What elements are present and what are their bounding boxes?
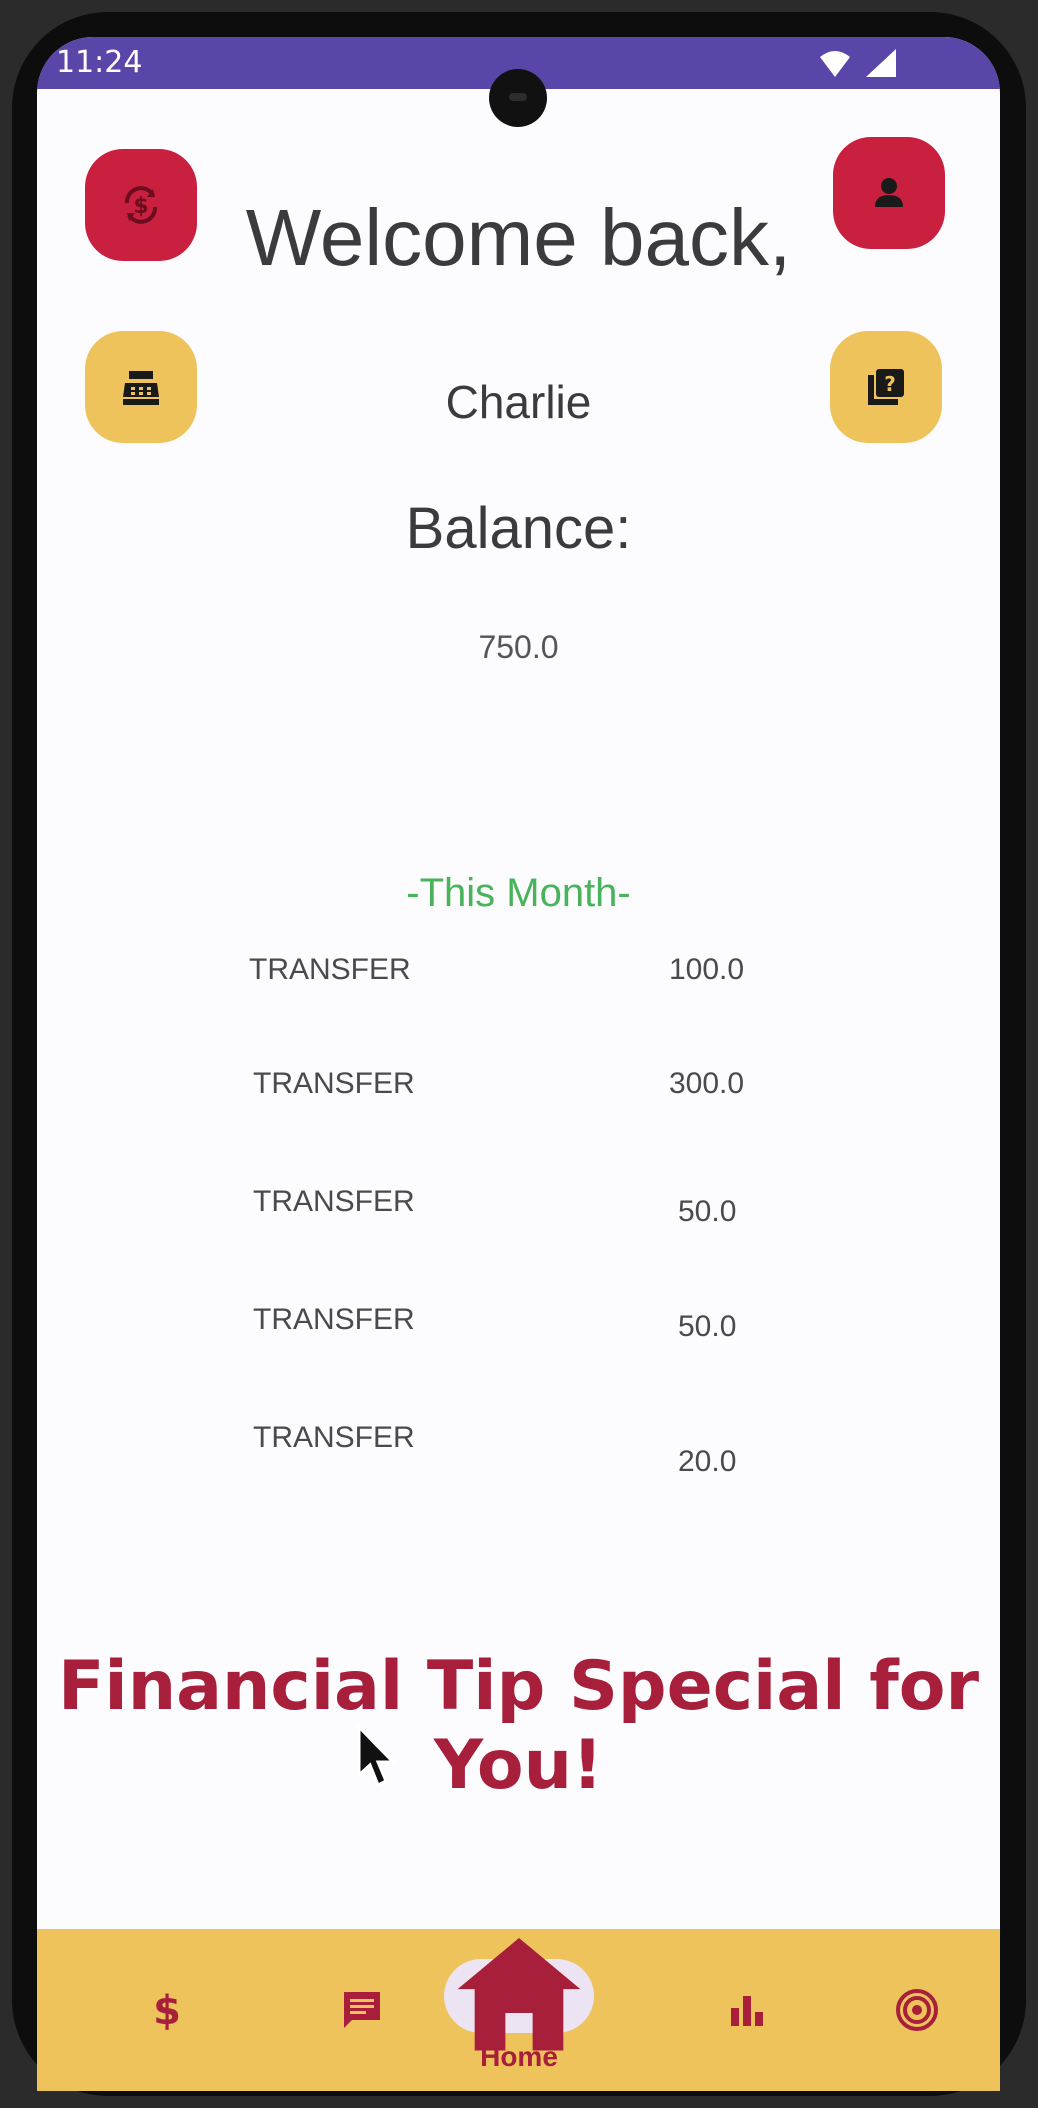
phone-frame: 11:24 $ ? Welcome back, Charlie Balance:… bbox=[0, 0, 1038, 2108]
mouse-cursor-icon bbox=[357, 1725, 397, 1788]
svg-text:$: $ bbox=[153, 1988, 181, 2032]
transaction-type: TRANSFER bbox=[253, 1067, 415, 1100]
status-time: 11:24 bbox=[56, 45, 143, 80]
nav-item-home[interactable] bbox=[444, 1938, 594, 2051]
nav-home-label[interactable]: Home bbox=[444, 2041, 594, 2073]
nav-item-statistics[interactable] bbox=[677, 1929, 817, 2091]
balance-label: Balance: bbox=[405, 496, 632, 561]
bar-chart-icon bbox=[731, 1996, 763, 2026]
app-screen: 11:24 $ ? Welcome back, Charlie Balance:… bbox=[37, 37, 1000, 2091]
chat-icon bbox=[344, 1992, 380, 2028]
welcome-heading: Welcome back, bbox=[245, 193, 792, 282]
nav-item-dollar[interactable]: $ bbox=[97, 1929, 237, 2091]
transaction-amount: 300.0 bbox=[669, 1067, 745, 1100]
transaction-amount: 20.0 bbox=[678, 1445, 737, 1478]
transaction-amount: 50.0 bbox=[678, 1195, 737, 1228]
transaction-type: TRANSFER bbox=[249, 953, 411, 986]
transaction-amount: 100.0 bbox=[669, 953, 745, 986]
this-month-label: -This Month- bbox=[406, 871, 631, 915]
balance-value: 750.0 bbox=[478, 629, 559, 665]
transaction-type: TRANSFER bbox=[253, 1185, 415, 1218]
dollar-icon: $ bbox=[153, 1988, 181, 2032]
signal-wifi-icon bbox=[820, 49, 896, 77]
financial-tip-banner[interactable]: Financial Tip Special for You! bbox=[37, 1647, 1000, 1805]
transaction-type: TRANSFER bbox=[253, 1303, 415, 1336]
nav-item-chat[interactable] bbox=[292, 1929, 432, 2091]
transaction-amount: 50.0 bbox=[678, 1310, 737, 1343]
front-camera bbox=[489, 69, 547, 127]
nav-item-goals[interactable] bbox=[869, 1929, 965, 2091]
transaction-type: TRANSFER bbox=[253, 1421, 415, 1454]
target-icon bbox=[896, 1989, 938, 2031]
bottom-navigation: $ Home bbox=[37, 1929, 1000, 2091]
username-text: Charlie bbox=[445, 376, 592, 428]
